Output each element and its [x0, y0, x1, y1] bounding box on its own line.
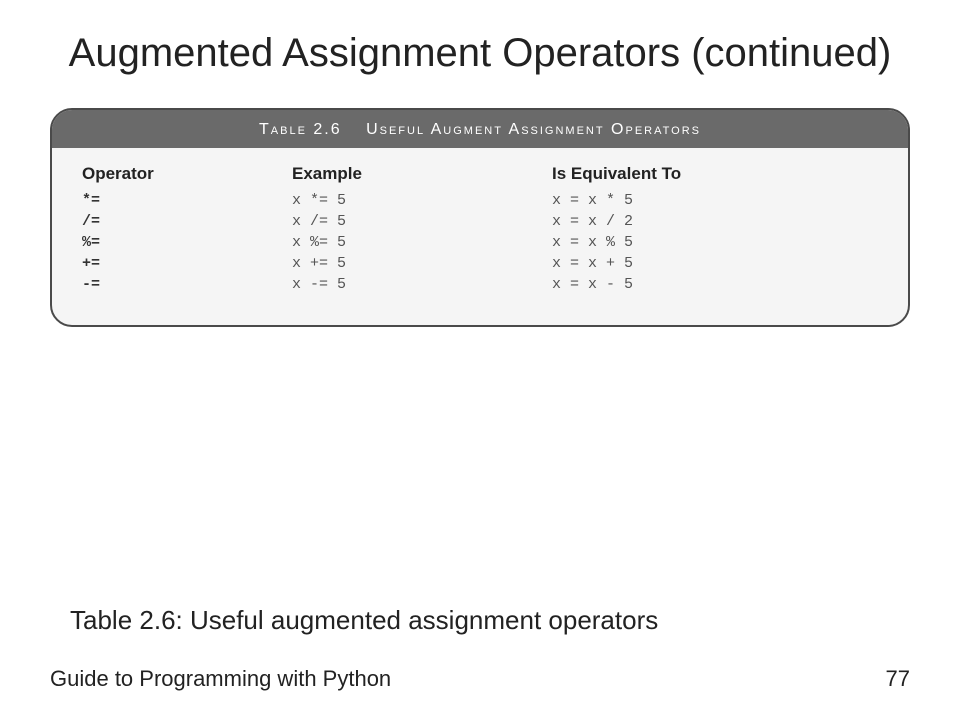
column-header-operator: Operator	[82, 164, 282, 190]
table-body: Operator Example Is Equivalent To *= x *…	[52, 148, 908, 325]
table-cell: x = x * 5	[552, 190, 878, 211]
table-cell: -=	[82, 274, 282, 295]
table-cell: x = x - 5	[552, 274, 878, 295]
operators-table: Table 2.6 Useful Augment Assignment Oper…	[50, 108, 910, 327]
table-caption: Table 2.6: Useful augmented assignment o…	[70, 605, 658, 636]
table-cell: x = x / 2	[552, 211, 878, 232]
table-cell: x = x % 5	[552, 232, 878, 253]
column-header-equivalent: Is Equivalent To	[552, 164, 878, 190]
page-number: 77	[886, 666, 910, 692]
table-cell: /=	[82, 211, 282, 232]
table-cell: x %= 5	[292, 232, 542, 253]
table-header-caption: Useful Augment Assignment Operators	[366, 121, 701, 138]
table-cell: x /= 5	[292, 211, 542, 232]
page-title: Augmented Assignment Operators (continue…	[50, 28, 910, 78]
footer-source: Guide to Programming with Python	[50, 666, 391, 692]
table-cell: *=	[82, 190, 282, 211]
table-cell: +=	[82, 253, 282, 274]
table-cell: %=	[82, 232, 282, 253]
table-header: Table 2.6 Useful Augment Assignment Oper…	[52, 110, 908, 148]
table-cell: x -= 5	[292, 274, 542, 295]
table-cell: x += 5	[292, 253, 542, 274]
table-cell: x = x + 5	[552, 253, 878, 274]
column-header-example: Example	[292, 164, 542, 190]
slide: Augmented Assignment Operators (continue…	[0, 0, 960, 327]
table-header-label: Table 2.6	[259, 121, 342, 138]
table-cell: x *= 5	[292, 190, 542, 211]
